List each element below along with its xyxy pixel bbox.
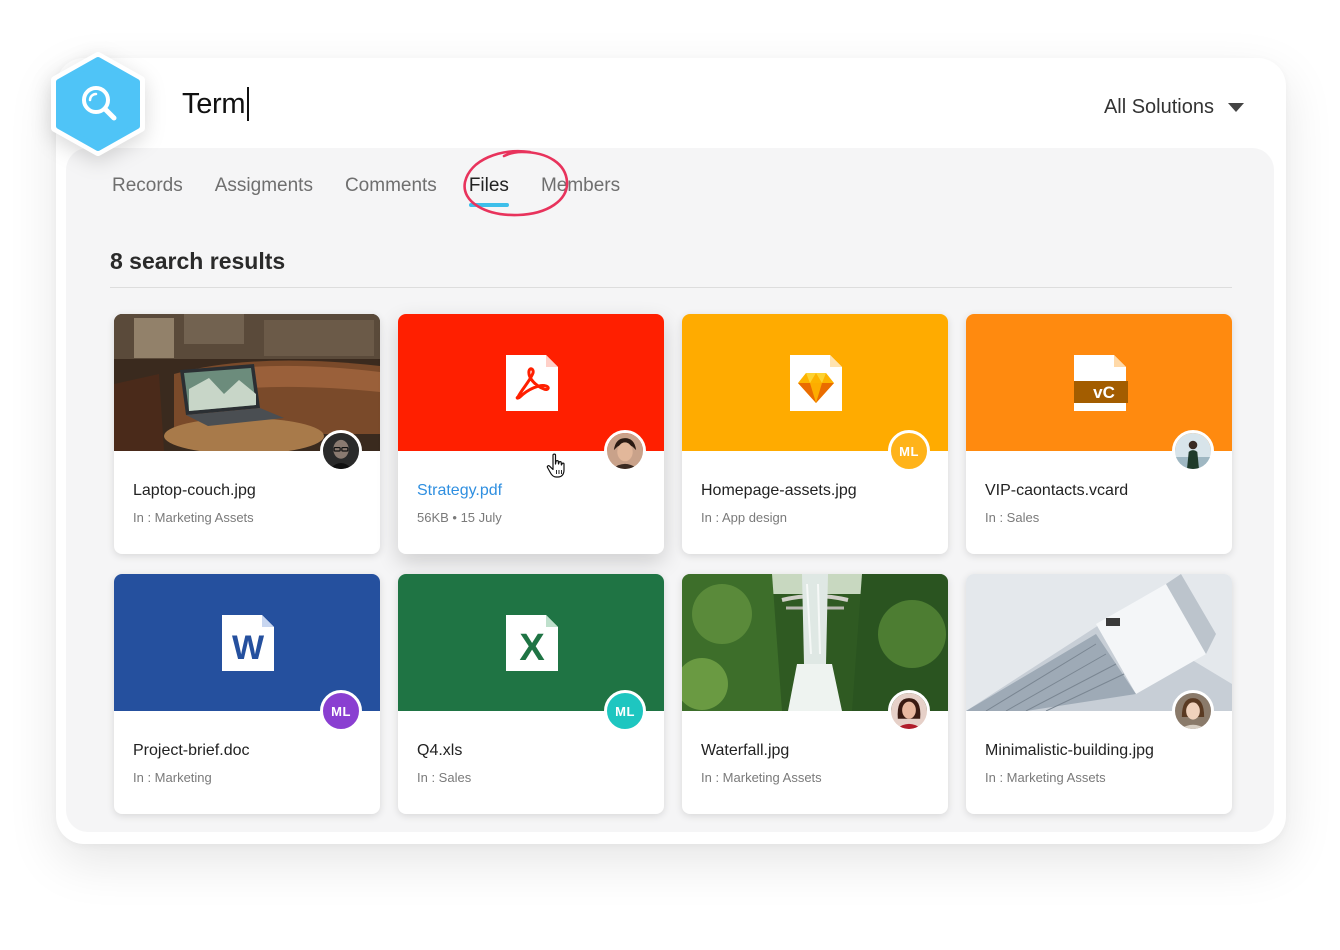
tab-members[interactable]: Members xyxy=(541,175,620,207)
file-card[interactable]: vC VIP-caontacts.vcard In : Sales xyxy=(966,314,1232,554)
file-meta: In : Sales xyxy=(985,510,1040,525)
file-card[interactable]: X ML Q4.xls In : Sales xyxy=(398,574,664,814)
file-name[interactable]: Project-brief.doc xyxy=(133,742,250,760)
tab-label: Members xyxy=(540,175,621,196)
avatar xyxy=(604,430,646,472)
file-name[interactable]: Laptop-couch.jpg xyxy=(133,482,256,500)
svg-text:vC: vC xyxy=(1093,383,1115,402)
search-input[interactable]: Term xyxy=(182,82,782,126)
file-card[interactable]: Strategy.pdf 56KB • 15 July xyxy=(398,314,664,554)
tab-label: Files xyxy=(468,175,509,196)
avatar-initials: ML xyxy=(320,690,362,732)
tab-label: Assigments xyxy=(214,175,313,196)
svg-text:X: X xyxy=(519,627,545,669)
tab-bar: Records Assigments Comments Files Member… xyxy=(112,175,620,207)
user-photo xyxy=(323,433,359,469)
text-caret xyxy=(247,87,250,121)
svg-text:W: W xyxy=(232,629,265,667)
file-meta: In : Marketing Assets xyxy=(133,510,254,525)
file-card[interactable]: W ML Project-brief.doc In : Marketing xyxy=(114,574,380,814)
search-icon[interactable] xyxy=(48,52,148,156)
search-query-text: Term xyxy=(182,87,246,120)
pdf-icon xyxy=(506,355,558,411)
user-photo xyxy=(1175,433,1211,469)
avatar-initials: ML xyxy=(604,690,646,732)
file-name[interactable]: Minimalistic-building.jpg xyxy=(985,742,1154,760)
file-card[interactable]: Waterfall.jpg In : Marketing Assets xyxy=(682,574,948,814)
word-icon: W xyxy=(222,615,274,671)
user-photo xyxy=(1175,693,1211,729)
avatar xyxy=(1172,690,1214,732)
file-name[interactable]: Q4.xls xyxy=(417,742,462,760)
results-grid: Laptop-couch.jpg In : Marketing Assets S… xyxy=(114,314,1232,814)
avatar xyxy=(320,430,362,472)
user-photo xyxy=(891,693,927,729)
file-meta: In : App design xyxy=(701,510,788,525)
tab-files[interactable]: Files xyxy=(468,175,509,207)
avatar xyxy=(1172,430,1214,472)
file-name[interactable]: VIP-caontacts.vcard xyxy=(985,482,1128,500)
sketch-icon xyxy=(790,355,842,411)
file-meta: 56KB • 15 July xyxy=(417,510,502,525)
active-tab-indicator xyxy=(468,203,509,207)
file-card[interactable]: Laptop-couch.jpg In : Marketing Assets xyxy=(114,314,380,554)
file-name[interactable]: Homepage-assets.jpg xyxy=(701,482,857,500)
file-meta: In : Marketing Assets xyxy=(985,770,1106,785)
tab-records[interactable]: Records xyxy=(112,175,183,207)
results-count-heading: 8 search results xyxy=(110,248,286,274)
avatar xyxy=(888,690,930,732)
tab-comments[interactable]: Comments xyxy=(345,175,437,207)
file-name[interactable]: Strategy.pdf xyxy=(417,482,502,500)
file-meta: In : Marketing Assets xyxy=(701,770,822,785)
vcard-icon: vC xyxy=(1074,355,1128,411)
excel-icon: X xyxy=(506,615,558,671)
file-meta: In : Marketing xyxy=(133,770,212,785)
hand-cursor-icon xyxy=(546,453,565,478)
file-meta: In : Sales xyxy=(417,770,472,785)
file-name[interactable]: Waterfall.jpg xyxy=(701,742,789,760)
file-card[interactable]: ML Homepage-assets.jpg In : App design xyxy=(682,314,948,554)
tab-label: Records xyxy=(112,175,183,196)
file-card[interactable]: Minimalistic-building.jpg In : Marketing… xyxy=(966,574,1232,814)
tab-assignments[interactable]: Assigments xyxy=(215,175,313,207)
user-photo xyxy=(607,433,643,469)
chevron-down-icon xyxy=(1228,102,1244,112)
tab-label: Comments xyxy=(344,175,437,196)
solutions-dropdown-label: All Solutions xyxy=(1103,95,1214,118)
solutions-dropdown[interactable]: All Solutions xyxy=(1104,92,1244,122)
divider xyxy=(110,287,1232,288)
avatar-initials: ML xyxy=(888,430,930,472)
